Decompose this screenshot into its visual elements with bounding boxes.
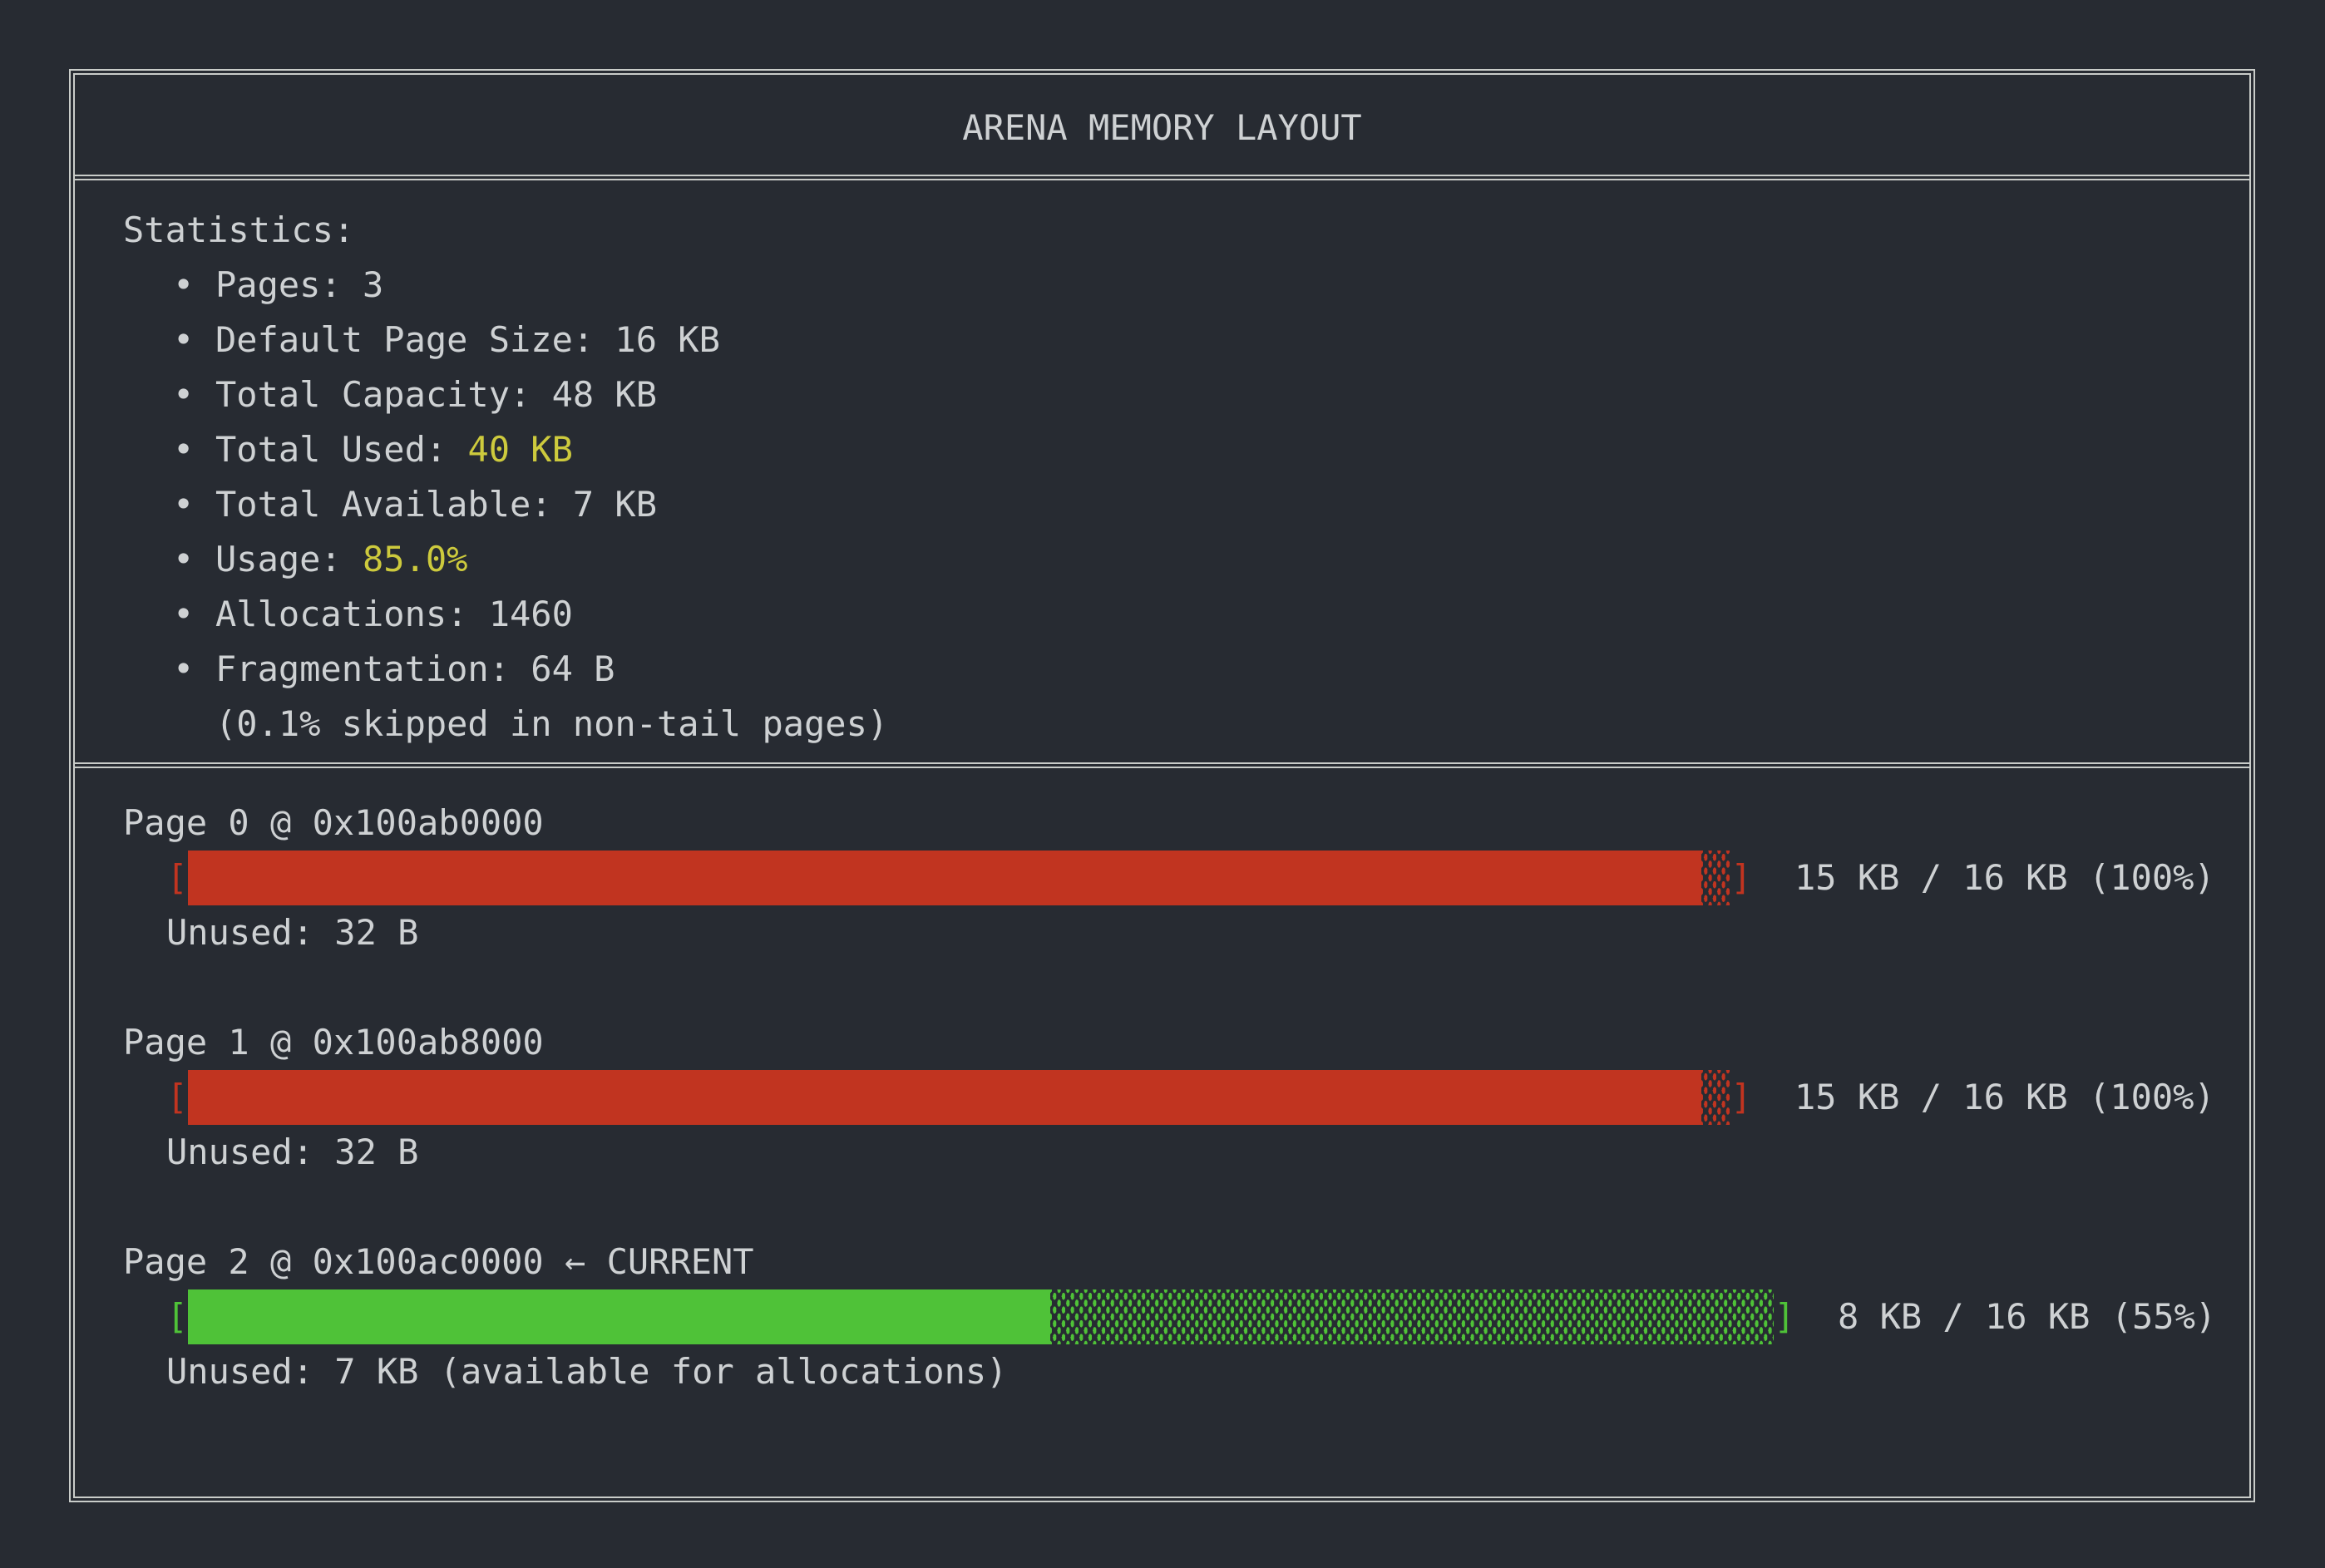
bar-unfilled [1701,1070,1730,1125]
stats-heading: Statistics: [123,203,2249,258]
stat-text: Fragmentation: 64 B [215,648,615,689]
page-unused-label: Unused: 32 B [123,1125,2249,1180]
bar-usage-label: 15 KB / 16 KB (100%) [1794,1070,2215,1125]
arena-memory-panel: ARENA MEMORY LAYOUT Statistics: •Pages: … [69,69,2255,1502]
close-bracket: ] [1774,1289,1795,1344]
page-header-text: Page 2 @ 0x100ac0000 [123,1241,544,1282]
page-block-0: Page 0 @ 0x100ab0000 [ ] 15 KB / 16 KB (… [123,796,2249,960]
stat-text: Allocations: 1460 [215,594,573,634]
bullet-icon: • [173,532,215,587]
stat-text: Total Used: [215,429,467,470]
pages-section: Page 0 @ 0x100ab0000 [ ] 15 KB / 16 KB (… [75,768,2249,1497]
close-bracket: ] [1730,1070,1752,1125]
stat-value-accent: 40 KB [467,429,572,470]
panel-title: ARENA MEMORY LAYOUT [75,75,2249,180]
open-bracket: [ [166,1070,188,1125]
stat-text: Default Page Size: 16 KB [215,319,720,360]
memory-bar [188,1070,1730,1125]
stat-item-usage: •Usage: 85.0% [123,532,2249,587]
bar-usage-label: 8 KB / 16 KB (55%) [1838,1289,2216,1344]
page-header-text: Page 1 @ 0x100ab8000 [123,1022,544,1063]
bullet-icon: • [173,258,215,313]
page-header: Page 2 @ 0x100ac0000 ← CURRENT [123,1235,2249,1289]
page-block-1: Page 1 @ 0x100ab8000 [ ] 15 KB / 16 KB (… [123,1015,2249,1180]
page-unused-label: Unused: 32 B [123,905,2249,960]
stats-footnote: (0.1% skipped in non-tail pages) [123,697,2249,752]
stat-item-fragmentation: •Fragmentation: 64 B [123,642,2249,697]
bullet-icon: • [173,422,215,477]
stat-text: Pages: 3 [215,264,383,305]
page-header: Page 0 @ 0x100ab0000 [123,796,2249,851]
memory-bar [188,851,1730,905]
bar-fill [188,851,1701,905]
memory-bar [188,1289,1774,1344]
stat-item-default-page-size: •Default Page Size: 16 KB [123,313,2249,367]
bar-unfilled [1701,851,1730,905]
stat-text: Usage: [215,539,363,579]
bar-fill [188,1289,1050,1344]
page-header-text: Page 0 @ 0x100ab0000 [123,802,544,843]
memory-bar-row: [ ] 15 KB / 16 KB (100%) [123,1070,2249,1125]
close-bracket: ] [1730,851,1752,905]
stat-text: Total Available: 7 KB [215,484,657,525]
memory-bar-row: [ ] 15 KB / 16 KB (100%) [123,851,2249,905]
bar-usage-label: 15 KB / 16 KB (100%) [1794,851,2215,905]
stat-item-total-available: •Total Available: 7 KB [123,477,2249,532]
stat-item-allocations: •Allocations: 1460 [123,587,2249,642]
memory-bar-row: [ ] 8 KB / 16 KB (55%) [123,1289,2249,1344]
stat-value-accent: 85.0% [363,539,467,579]
stat-item-total-used: •Total Used: 40 KB [123,422,2249,477]
page-header: Page 1 @ 0x100ab8000 [123,1015,2249,1070]
stats-section: Statistics: •Pages: 3 •Default Page Size… [75,180,2249,768]
open-bracket: [ [166,851,188,905]
open-bracket: [ [166,1289,188,1344]
bar-fill [188,1070,1701,1125]
page-block-2: Page 2 @ 0x100ac0000 ← CURRENT [ ] 8 KB … [123,1235,2249,1399]
current-page-marker: ← CURRENT [544,1241,754,1282]
bullet-icon: • [173,367,215,422]
bullet-icon: • [173,313,215,367]
stat-item-pages: •Pages: 3 [123,258,2249,313]
stat-text: Total Capacity: 48 KB [215,374,657,415]
bullet-icon: • [173,477,215,532]
bar-unfilled [1050,1289,1774,1344]
stat-item-total-capacity: •Total Capacity: 48 KB [123,367,2249,422]
bullet-icon: • [173,642,215,697]
page-unused-label: Unused: 7 KB (available for allocations) [123,1344,2249,1399]
bullet-icon: • [173,587,215,642]
